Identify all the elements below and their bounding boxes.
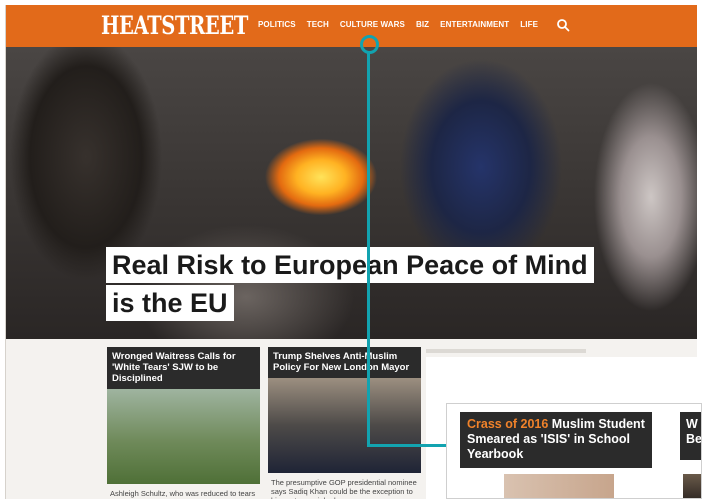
- highlight-circle: [360, 35, 379, 54]
- nav-item-tech[interactable]: TECH: [307, 20, 329, 29]
- callout-connector-line: [367, 53, 370, 447]
- hero-headline[interactable]: Real Risk to European Peace of Mind is t…: [106, 247, 594, 321]
- nav-menu: POLITICS TECH CULTURE WARS BIZ ENTERTAIN…: [258, 20, 538, 29]
- callout-next-article-image[interactable]: [683, 474, 701, 498]
- nav-item-politics[interactable]: POLITICS: [258, 20, 296, 29]
- article-card-image[interactable]: [107, 389, 260, 484]
- nav-item-life[interactable]: LIFE: [520, 20, 538, 29]
- site-logo[interactable]: HEATSTREET: [101, 11, 248, 40]
- nav-item-culture-wars[interactable]: CULTURE WARS: [340, 20, 405, 29]
- callout-article-image[interactable]: [504, 474, 614, 498]
- zoom-callout: Crass of 2016 Muslim Student Smeared as …: [446, 403, 702, 499]
- callout-connector-line: [367, 444, 447, 447]
- article-card[interactable]: Trump Shelves Anti-Muslim Policy For New…: [268, 347, 421, 499]
- hero-image[interactable]: Real Risk to European Peace of Mind is t…: [6, 47, 697, 339]
- article-card[interactable]: Wronged Waitress Calls for 'White Tears'…: [107, 347, 260, 499]
- article-card-image[interactable]: [268, 378, 421, 473]
- nav-item-biz[interactable]: BIZ: [416, 20, 429, 29]
- hero-headline-line-1[interactable]: Real Risk to European Peace of Mind: [106, 247, 594, 283]
- callout-next-article-title[interactable]: W Be: [680, 412, 701, 460]
- loading-placeholder-bar: [426, 349, 586, 353]
- hero-headline-line-2[interactable]: is the EU: [106, 285, 234, 321]
- article-card-title[interactable]: Wronged Waitress Calls for 'White Tears'…: [107, 347, 260, 389]
- search-icon[interactable]: [556, 18, 570, 32]
- callout-kicker: Crass of 2016: [467, 417, 549, 431]
- callout-article-title[interactable]: Crass of 2016 Muslim Student Smeared as …: [460, 412, 652, 468]
- article-card-excerpt: Ashleigh Schultz, who was reduced to tea…: [110, 489, 256, 499]
- article-card-excerpt: The presumptive GOP presidential nominee…: [271, 478, 417, 499]
- nav-item-entertainment[interactable]: ENTERTAINMENT: [440, 20, 509, 29]
- top-navigation-bar: HEATSTREET POLITICS TECH CULTURE WARS BI…: [6, 5, 697, 47]
- article-card-title[interactable]: Trump Shelves Anti-Muslim Policy For New…: [268, 347, 421, 378]
